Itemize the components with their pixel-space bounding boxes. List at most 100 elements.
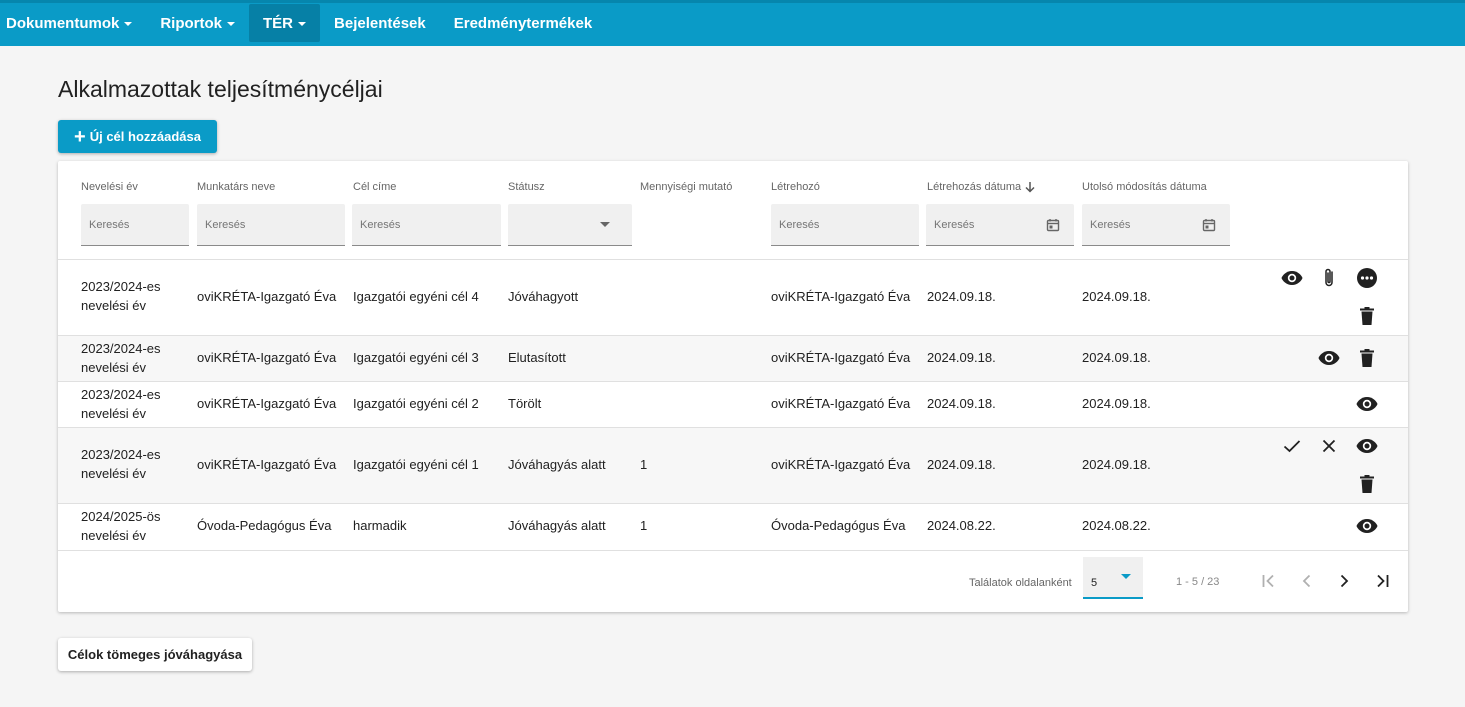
cell-quantity: 1 [640, 457, 648, 472]
column-header-goal[interactable]: Cél címe [353, 181, 396, 193]
nav-item-eredmenytermekek[interactable]: Eredménytermékek [440, 4, 606, 42]
cell-year: 2023/2024-es nevelési év [81, 445, 161, 483]
trash-icon[interactable] [1355, 304, 1379, 328]
cell-creator: oviKRÉTA-Igazgató Éva [771, 457, 911, 472]
cell-created: 2024.09.18. [927, 396, 996, 411]
caret-down-icon [227, 22, 236, 26]
page-size-label: Találatok oldalanként [969, 577, 1072, 589]
close-icon[interactable] [1317, 434, 1341, 458]
nav-item-riportok[interactable]: Riportok [146, 4, 249, 42]
column-header-status[interactable]: Státusz [508, 181, 545, 193]
cell-year-line1: 2023/2024-es [81, 279, 161, 294]
paperclip-icon[interactable] [1317, 266, 1341, 290]
eye-icon[interactable] [1317, 346, 1341, 370]
more-icon[interactable] [1355, 266, 1379, 290]
filter-placeholder: Keresés [205, 218, 246, 231]
cell-modified: 2024.09.18. [1082, 396, 1151, 411]
cell-goal: Igazgatói egyéni cél 1 [353, 457, 479, 472]
column-header-employee[interactable]: Munkatárs neve [197, 181, 275, 193]
cell-modified: 2024.09.18. [1082, 457, 1151, 472]
nav-item-label: Eredménytermékek [453, 14, 593, 32]
column-header-modified[interactable]: Utolsó módosítás dátuma [1082, 181, 1207, 193]
page-title: Alkalmazottak teljesítménycéljai [58, 76, 383, 102]
table-row: 2023/2024-es nevelési év oviKRÉTA-Igazga… [58, 259, 1408, 335]
filter-goal-input[interactable]: Keresés [352, 204, 501, 246]
caret-down-icon [298, 22, 307, 26]
cell-year-line1: 2024/2025-ös [81, 509, 161, 524]
plus-icon: + [74, 125, 86, 148]
caret-down-icon [124, 22, 133, 26]
cell-goal: harmadik [353, 518, 407, 533]
cell-status: Jóváhagyás alatt [508, 457, 606, 472]
table-row: 2023/2024-es nevelési év oviKRÉTA-Igazga… [58, 335, 1408, 381]
cell-created: 2024.09.18. [927, 289, 996, 304]
filter-employee-input[interactable]: Keresés [197, 204, 345, 246]
column-header-created-label: Létrehozás dátuma [927, 181, 1022, 193]
cell-created: 2024.09.18. [927, 350, 996, 365]
filter-creator-input[interactable]: Keresés [771, 204, 919, 246]
column-header-year[interactable]: Nevelési év [81, 181, 138, 193]
filter-placeholder: Keresés [89, 218, 130, 231]
filter-placeholder: Keresés [1090, 218, 1131, 231]
page-size-value: 5 [1091, 577, 1098, 589]
nav-item-label: Riportok [160, 14, 223, 32]
nav-item-ter[interactable]: TÉR [249, 4, 321, 42]
cell-goal: Igazgatói egyéni cél 4 [353, 289, 479, 304]
nav-item-dokumentumok[interactable]: Dokumentumok [0, 4, 146, 42]
filter-modified-date-input[interactable]: Keresés [1082, 204, 1230, 246]
chevron-down-icon [1121, 574, 1131, 579]
next-page-icon[interactable] [1332, 569, 1356, 593]
column-header-created[interactable]: Létrehozás dátuma [927, 181, 1035, 193]
filter-created-date-input[interactable]: Keresés [926, 204, 1074, 246]
column-header-quantity[interactable]: Mennyiségi mutató [640, 181, 732, 193]
cell-modified: 2024.09.18. [1082, 289, 1151, 304]
cell-status: Törölt [508, 396, 542, 411]
cell-modified: 2024.08.22. [1082, 518, 1151, 533]
check-icon[interactable] [1280, 434, 1304, 458]
eye-icon[interactable] [1355, 392, 1379, 416]
column-header-creator[interactable]: Létrehozó [771, 181, 820, 193]
eye-icon[interactable] [1280, 266, 1304, 290]
cell-status: Jóváhagyott [508, 289, 579, 304]
nav-item-label: TÉR [263, 14, 294, 32]
first-page-icon[interactable] [1257, 569, 1281, 593]
cell-employee: oviKRÉTA-Igazgató Éva [197, 350, 337, 365]
goals-table-card: Nevelési év Munkatárs neve Cél címe Stát… [58, 161, 1408, 612]
cell-employee: oviKRÉTA-Igazgató Éva [197, 396, 337, 411]
nav-item-bejelentesek[interactable]: Bejelentések [320, 4, 440, 42]
cell-year-line1: 2023/2024-es [81, 341, 161, 356]
cell-created: 2024.09.18. [927, 457, 996, 472]
cell-creator: oviKRÉTA-Igazgató Éva [771, 396, 911, 411]
cell-modified: 2024.09.18. [1082, 350, 1151, 365]
add-goal-label: Új cél hozzáadása [89, 129, 201, 144]
cell-year: 2023/2024-es nevelési év [81, 277, 161, 315]
last-page-icon[interactable] [1370, 569, 1394, 593]
add-goal-button[interactable]: + Új cél hozzáadása [58, 120, 217, 153]
filter-placeholder: Keresés [779, 218, 820, 231]
cell-goal: Igazgatói egyéni cél 3 [353, 350, 479, 365]
trash-icon[interactable] [1355, 346, 1379, 370]
page-size-select[interactable]: 5 [1083, 557, 1143, 599]
filter-year-input[interactable]: Keresés [81, 204, 189, 246]
page-range: 1 - 5 / 23 [1176, 576, 1220, 588]
chevron-down-icon [600, 222, 610, 227]
eye-icon[interactable] [1355, 434, 1379, 458]
calendar-icon[interactable] [1202, 218, 1216, 232]
cell-goal: Igazgatói egyéni cél 2 [353, 396, 479, 411]
eye-icon[interactable] [1355, 514, 1379, 538]
cell-quantity: 1 [640, 518, 648, 533]
cell-creator: oviKRÉTA-Igazgató Éva [771, 289, 911, 304]
cell-status: Jóváhagyás alatt [508, 518, 606, 533]
nav-item-label: Dokumentumok [6, 14, 120, 32]
previous-page-icon[interactable] [1295, 569, 1319, 593]
cell-year-line2: nevelési év [81, 298, 147, 313]
cell-employee: Óvoda-Pedagógus Éva [197, 518, 332, 533]
bulk-approve-button[interactable]: Célok tömeges jóváhagyása [58, 638, 252, 671]
cell-year-line2: nevelési év [81, 528, 147, 543]
cell-creator: Óvoda-Pedagógus Éva [771, 518, 906, 533]
calendar-icon[interactable] [1046, 218, 1060, 232]
trash-icon[interactable] [1355, 472, 1379, 496]
filter-status-select[interactable] [508, 204, 632, 246]
cell-creator: oviKRÉTA-Igazgató Éva [771, 350, 911, 365]
cell-year-line2: nevelési év [81, 406, 147, 421]
